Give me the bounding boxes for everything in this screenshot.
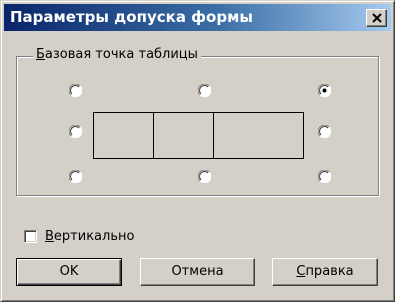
title-bar[interactable]: Параметры допуска формы (4, 4, 391, 31)
radio-bottom-right[interactable] (318, 170, 331, 183)
radio-icon (318, 170, 331, 183)
table-preview (93, 112, 304, 159)
dialog-title: Параметры допуска формы (10, 8, 253, 26)
close-icon (372, 13, 382, 23)
vertical-checkbox[interactable] (24, 230, 37, 243)
radio-middle-left[interactable] (69, 125, 82, 138)
radio-icon (69, 84, 82, 97)
radio-bottom-center[interactable] (198, 170, 211, 183)
help-button[interactable]: Справка (272, 258, 378, 286)
base-point-group-label: Базовая точка таблицы (33, 47, 201, 63)
radio-top-left[interactable] (69, 84, 82, 97)
radio-icon (318, 125, 331, 138)
radio-icon (69, 170, 82, 183)
radio-icon (198, 84, 211, 97)
ok-button[interactable]: OK (16, 258, 122, 286)
radio-middle-right[interactable] (318, 125, 331, 138)
radio-top-right[interactable] (318, 84, 331, 97)
cancel-button[interactable]: Отмена (140, 258, 255, 286)
radio-icon (69, 125, 82, 138)
radio-bottom-left[interactable] (69, 170, 82, 183)
vertical-checkbox-label[interactable]: Вертикально (45, 229, 134, 245)
radio-icon (318, 84, 331, 97)
close-button[interactable] (366, 9, 387, 27)
radio-top-center[interactable] (198, 84, 211, 97)
form-tolerance-dialog: Параметры допуска формы Базовая точка та… (0, 0, 395, 302)
table-preview-divider (153, 113, 154, 158)
radio-icon (198, 170, 211, 183)
table-preview-divider (213, 113, 214, 158)
radio-dot-icon (322, 88, 327, 93)
